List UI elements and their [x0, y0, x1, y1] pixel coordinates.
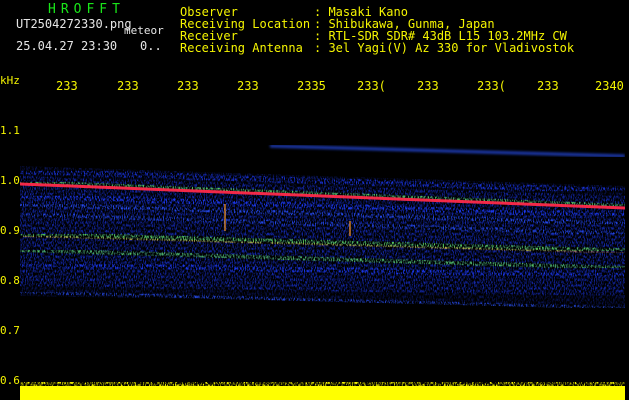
y-axis-unit: kHz	[0, 74, 20, 87]
datetime: 25.04.27 23:30	[16, 39, 118, 53]
spectrogram	[20, 144, 625, 400]
x-tick-label: 233(	[477, 79, 506, 93]
x-tick-label: 2335	[297, 79, 326, 93]
meteor-label: meteor	[124, 24, 164, 37]
hrofft-window: HROFFT UT2504272330.png meteor 25.04.27 …	[0, 0, 629, 400]
y-tick-label: 0.7	[0, 324, 20, 337]
x-tick-label: 233(	[357, 79, 386, 93]
signal-level-bar	[20, 382, 625, 400]
y-tick-label: 1.1	[0, 124, 20, 137]
x-tick-label: 233	[237, 79, 259, 93]
x-tick-label: 233	[177, 79, 199, 93]
y-tick-label: 0.9	[0, 224, 20, 237]
x-tick-label: 233	[537, 79, 559, 93]
y-tick-label: 0.8	[0, 274, 20, 287]
antenna-value: : 3el Yagi(V) Az 330 for Vladivostok	[314, 41, 575, 55]
file-name: UT2504272330.png	[16, 17, 132, 31]
y-tick-label: 0.6	[0, 374, 20, 387]
x-tick-label: 2340	[595, 79, 624, 93]
y-tick-label: 1.0	[0, 174, 20, 187]
x-tick-label: 233	[117, 79, 139, 93]
app-brand: HROFFT	[48, 2, 125, 17]
x-tick-label: 233	[56, 79, 78, 93]
meteor-counter: 0..	[140, 39, 162, 53]
antenna-label: Receiving Antenna	[180, 41, 303, 55]
x-tick-label: 233	[417, 79, 439, 93]
